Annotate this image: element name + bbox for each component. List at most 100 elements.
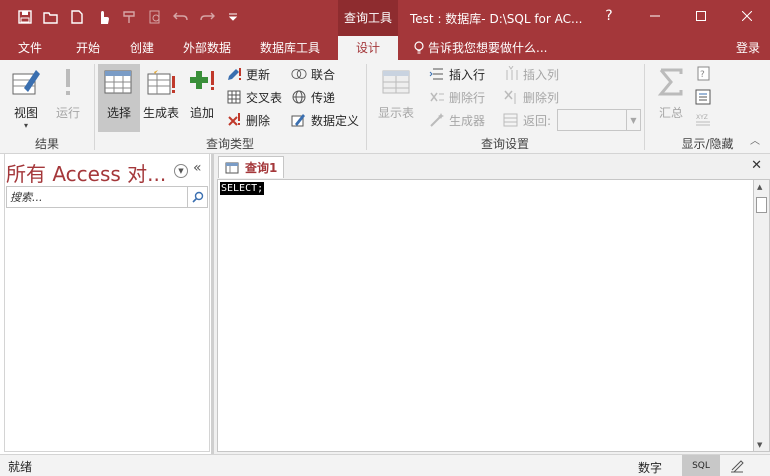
union-rings-icon <box>291 66 307 82</box>
append-button[interactable]: 追加 <box>184 64 220 132</box>
sign-in-link[interactable]: 登录 <box>736 36 760 60</box>
vertical-scrollbar[interactable]: ▲ ▼ <box>754 179 770 452</box>
property-sheet-button[interactable] <box>695 87 711 107</box>
view-dropdown-icon[interactable]: ▾ <box>5 121 47 130</box>
make-table-label: 生成表 <box>142 106 179 120</box>
tab-query1[interactable]: 查询1 <box>218 156 284 178</box>
tab-database-tools[interactable]: 数据库工具 <box>248 36 332 60</box>
maximize-icon[interactable] <box>678 0 724 32</box>
tab-file[interactable]: 文件 <box>2 36 58 60</box>
totals-button[interactable]: 汇总 <box>651 64 691 132</box>
select-query-label: 选择 <box>106 106 131 120</box>
make-table-icon <box>142 64 180 100</box>
tab-external-data[interactable]: 外部数据 <box>170 36 244 60</box>
lightbulb-icon <box>414 41 424 54</box>
tab-create[interactable]: 创建 <box>116 36 168 60</box>
crosstab-query-button[interactable]: 交叉表 <box>226 87 282 107</box>
close-document-icon[interactable]: ✕ <box>751 158 762 173</box>
customize-toolbar-icon[interactable] <box>222 6 244 28</box>
pass-through-button[interactable]: 传递 <box>291 87 335 107</box>
search-icon[interactable] <box>187 187 207 207</box>
union-label: 联合 <box>311 67 336 82</box>
delete-columns-icon <box>503 89 519 105</box>
group-results-label: 结果 <box>34 137 59 151</box>
delete-rows-button[interactable]: 删除行 <box>429 87 485 107</box>
data-definition-button[interactable]: 数据定义 <box>291 110 359 130</box>
chevron-down-icon[interactable]: ▼ <box>626 110 640 130</box>
format-painter-icon[interactable] <box>118 6 140 28</box>
touch-mode-icon[interactable] <box>92 6 114 28</box>
property-sheet-icon <box>695 89 711 105</box>
svg-text:XYZ: XYZ <box>696 114 708 121</box>
new-document-icon[interactable] <box>66 6 88 28</box>
make-table-button[interactable]: 生成表 <box>142 64 180 132</box>
nav-search-input[interactable] <box>7 187 187 207</box>
nav-search-box <box>6 186 208 208</box>
sql-text[interactable]: SELECT; <box>220 182 265 195</box>
sql-editor[interactable]: SELECT; <box>217 179 754 452</box>
minimize-icon[interactable] <box>632 0 678 32</box>
open-folder-icon[interactable] <box>40 6 62 28</box>
builder-label: 生成器 <box>449 113 486 128</box>
data-definition-icon <box>291 112 307 128</box>
doc-tab-label: 查询1 <box>245 161 278 175</box>
undo-icon[interactable] <box>170 6 192 28</box>
show-table-label: 显示表 <box>377 106 414 120</box>
insert-rows-button[interactable]: 插入行 <box>429 64 485 84</box>
ribbon-tabs: 文件 开始 创建 外部数据 数据库工具 设计 告诉我您想要做什么... 登录 <box>0 36 770 61</box>
print-preview-icon[interactable] <box>144 6 166 28</box>
sql-view-button[interactable]: SQL <box>682 455 720 476</box>
update-query-button[interactable]: 更新 <box>226 64 270 84</box>
insert-columns-label: 插入列 <box>523 67 560 82</box>
shutter-bar-close-icon[interactable]: « <box>193 160 202 176</box>
tab-home[interactable]: 开始 <box>62 36 114 60</box>
save-icon[interactable] <box>14 6 36 28</box>
builder-button[interactable]: 生成器 <box>429 110 485 130</box>
group-results: 视图 ▾ 运行 结果 <box>0 60 94 154</box>
insert-columns-button[interactable]: 插入列 <box>503 64 559 84</box>
quick-access-toolbar <box>14 6 244 28</box>
run-button[interactable]: 运行 <box>47 64 89 132</box>
redo-icon[interactable] <box>196 6 218 28</box>
parameters-button[interactable]: ? <box>695 64 711 84</box>
crosstab-grid-icon <box>226 89 242 105</box>
show-table-button[interactable]: 显示表 <box>373 64 419 132</box>
scroll-down-icon[interactable]: ▼ <box>757 441 762 449</box>
tab-design[interactable]: 设计 <box>338 36 398 61</box>
view-icon <box>5 64 47 100</box>
status-numlock: 数字 <box>638 461 663 475</box>
close-icon[interactable] <box>724 0 770 32</box>
tell-me-box[interactable]: 告诉我您想要做什么... <box>414 36 547 60</box>
group-query-setup: 显示表 插入行 删除行 生成器 插入列 删除列 返回: ▼ 查询设置 <box>367 60 643 154</box>
document-area: 查询1 ✕ SELECT; ▲ ▼ <box>214 154 770 454</box>
return-icon <box>503 112 519 128</box>
delete-x-icon <box>226 112 242 128</box>
scroll-up-icon[interactable]: ▲ <box>757 183 762 191</box>
ribbon: 视图 ▾ 运行 结果 选择 生成表 追加 更新 交叉表 删除 联合 传递 数据定… <box>0 60 770 154</box>
union-query-button[interactable]: 联合 <box>291 64 335 84</box>
status-ready: 就绪 <box>8 460 33 474</box>
insert-rows-icon <box>429 66 445 82</box>
nav-menu-dropdown-icon[interactable]: ▼ <box>174 164 188 178</box>
view-button[interactable]: 视图 ▾ <box>5 64 47 132</box>
return-combo[interactable]: ▼ <box>557 109 641 131</box>
help-button[interactable]: ? <box>586 0 632 32</box>
scroll-thumb[interactable] <box>756 197 767 213</box>
update-pencil-icon <box>226 66 242 82</box>
design-view-icon[interactable] <box>728 457 746 475</box>
return-label: 返回: <box>523 113 552 128</box>
delete-query-button[interactable]: 删除 <box>226 110 270 130</box>
select-query-button[interactable]: 选择 <box>98 64 140 132</box>
collapse-ribbon-icon[interactable]: ︿ <box>750 132 760 147</box>
table-names-button[interactable]: XYZ <box>695 110 711 130</box>
status-bar: 就绪 数字 SQL <box>0 454 770 476</box>
insert-rows-label: 插入行 <box>449 67 486 82</box>
sigma-icon <box>651 64 691 100</box>
query-tab-icon <box>225 162 239 173</box>
data-definition-label: 数据定义 <box>311 113 360 128</box>
nav-pane-title[interactable]: 所有 Access 对... <box>6 158 166 187</box>
delete-columns-button[interactable]: 删除列 <box>503 87 559 107</box>
append-plus-icon <box>184 64 220 100</box>
builder-wand-icon <box>429 112 445 128</box>
delete-label: 删除 <box>246 113 271 128</box>
